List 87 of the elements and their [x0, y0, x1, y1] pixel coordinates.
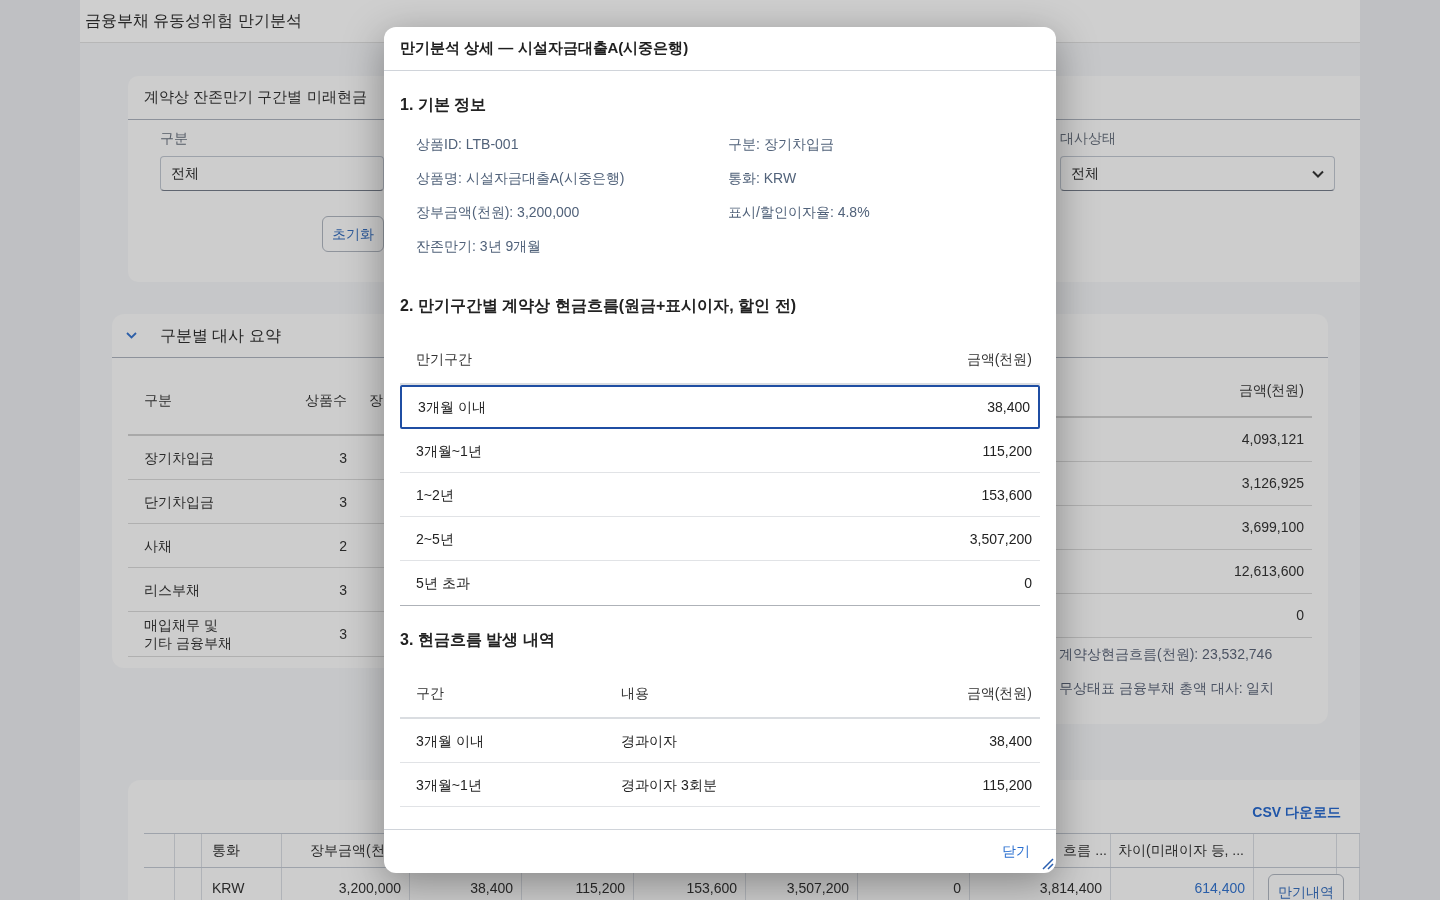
- resize-handle-icon[interactable]: [1042, 858, 1054, 870]
- csv-download-link[interactable]: CSV 다운로드: [1252, 802, 1341, 833]
- table-cell: 3: [339, 626, 347, 642]
- table-cell: 3개월~1년: [416, 776, 482, 793]
- table-cell: 115,200: [982, 442, 1032, 459]
- column-header: 구간: [416, 685, 444, 701]
- table-cell: 3,507,200: [969, 530, 1032, 547]
- table-cell-text: 사채: [144, 536, 173, 555]
- table-cell-text: 3,507,200: [786, 878, 849, 898]
- table-cell-text: 3,699,100: [1241, 518, 1304, 537]
- table-cell: 3개월 이내: [416, 732, 484, 749]
- field-label: 구분: [160, 129, 189, 147]
- column-header: 금액(천원): [966, 685, 1032, 701]
- column-header: 통화: [212, 841, 240, 860]
- table-row[interactable]: 3개월 이내 경과이자 38,400: [400, 719, 1040, 763]
- table-cell-text: 0: [953, 878, 961, 898]
- column-header: 장: [369, 391, 383, 408]
- table-cell-text: KRW: [212, 878, 245, 898]
- maturity-detail-button[interactable]: 만기내역: [1268, 874, 1344, 900]
- page-title: 금융부채 유동성위험 만기분석: [85, 11, 302, 31]
- table-cell-text: 3,814,400: [1039, 878, 1102, 898]
- table-row[interactable]: 3개월~1년 115,200: [400, 429, 1040, 473]
- info-text: 구분: 장기차입금: [728, 134, 834, 154]
- table-cell: 38,400: [987, 399, 1030, 415]
- table-cell-text: 3,200,000: [338, 878, 401, 898]
- table-cell: 3개월 이내: [418, 399, 486, 415]
- table-cell-text: 153,600: [686, 878, 737, 898]
- table-cell-text: 단기차입금: [144, 492, 215, 511]
- total-text: 계약상현금흐름(천원): 23,532,746: [1059, 645, 1274, 664]
- column-header: 금액(천원): [966, 351, 1032, 367]
- column-header: 내용: [621, 685, 649, 701]
- table-cell-text: 3,126,925: [1241, 474, 1304, 493]
- info-text: 표시/할인이자율: 4.8%: [728, 202, 870, 222]
- table-cell: 3개월~1년: [416, 442, 482, 459]
- table-cell-text: 38,400: [470, 878, 513, 898]
- column-header: 차이(미래이자 등, ...: [1118, 841, 1244, 860]
- column-header: 흐름 ...: [1063, 841, 1107, 860]
- table-cell: 38,400: [989, 732, 1032, 749]
- table-cell-text: 장기차입금: [144, 448, 215, 467]
- column-header: 상품수: [305, 391, 347, 408]
- reset-button[interactable]: 초기화: [322, 216, 384, 252]
- table-cell: 153,600: [981, 486, 1032, 503]
- table-row[interactable]: 5년 초과 0: [400, 561, 1040, 605]
- table-cell: 5년 초과: [416, 575, 470, 591]
- table-cell: 3: [339, 493, 347, 510]
- table-cell: 경과이자 3회분: [621, 776, 717, 793]
- column-header: 구분: [144, 391, 172, 408]
- column-header: 만기구간: [416, 351, 472, 367]
- panel-title: 계약상 잔존만기 구간별 미래현금: [144, 87, 367, 108]
- field-label: 대사상태: [1060, 129, 1117, 147]
- table-cell: 3: [339, 449, 347, 466]
- chevron-down-icon: [1312, 169, 1324, 178]
- table-cell: 경과이자: [621, 732, 677, 749]
- table-cell: 2~5년: [416, 530, 454, 547]
- chevron-down-icon[interactable]: [126, 332, 137, 339]
- section-heading: 3. 현금흐름 발생 내역: [400, 630, 556, 650]
- table-cell: 1~2년: [416, 486, 454, 503]
- table-cell: 0: [1024, 575, 1032, 591]
- info-text: 통화: KRW: [728, 168, 797, 188]
- close-button[interactable]: 닫기: [1002, 841, 1030, 862]
- table-cell-text: 매입채무 및 기타 금융부채: [144, 616, 233, 652]
- table-row[interactable]: 2~5년 3,507,200: [400, 517, 1040, 561]
- table-row[interactable]: 1~2년 153,600: [400, 473, 1040, 517]
- info-text: 잔존만기: 3년 9개월: [416, 236, 542, 256]
- table-cell-text: 0: [1296, 606, 1304, 625]
- table-cell: 115,200: [982, 776, 1032, 793]
- table-cell-text: 614,400: [1194, 878, 1245, 898]
- info-text: 상품ID: LTB-001: [416, 134, 519, 154]
- section-heading: 1. 기본 정보: [400, 95, 488, 115]
- section-heading: 2. 만기구간별 계약상 현금흐름(원금+표시이자, 할인 전): [400, 296, 797, 316]
- total-text: 무상태표 금융부채 총액 대사: 일치: [1059, 679, 1276, 698]
- dropdown[interactable]: 전체: [1060, 156, 1335, 191]
- info-text: 상품명: 시설자금대출A(시중은행): [416, 168, 625, 188]
- table-row[interactable]: 3개월~1년 경과이자 3회분 115,200: [400, 763, 1040, 807]
- column-header: 장부금액(천: [310, 841, 385, 860]
- table-cell-text: 12,613,600: [1233, 562, 1304, 581]
- column-header: 금액(천원): [1238, 380, 1304, 400]
- table-cell-text: 115,200: [575, 878, 625, 898]
- dialog-title: 만기분석 상세 — 시설자금대출A(시중은행): [400, 38, 689, 59]
- info-text: 장부금액(천원): 3,200,000: [416, 202, 580, 222]
- table-cell: 2: [339, 537, 347, 554]
- table-cell-text: 4,093,121: [1241, 430, 1304, 449]
- section-title: 구분별 대사 요약: [160, 325, 281, 346]
- table-row[interactable]: 3개월 이내 38,400: [400, 385, 1040, 429]
- dropdown[interactable]: 전체: [160, 156, 384, 191]
- table-cell: 3: [339, 581, 347, 598]
- table-cell-text: 리스부채: [144, 580, 201, 599]
